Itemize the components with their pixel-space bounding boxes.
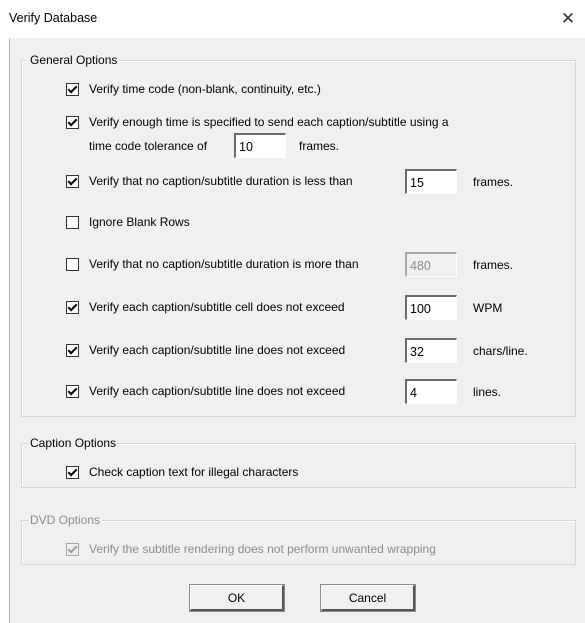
wrapping-label: Verify the subtitle rendering does not p… xyxy=(89,542,436,556)
time-code-label: Verify time code (non-blank, continuity,… xyxy=(89,82,321,96)
lines-unit: lines. xyxy=(473,385,502,399)
close-icon[interactable]: ✕ xyxy=(555,6,581,32)
wpm-checkbox[interactable] xyxy=(66,301,79,314)
dvd-options-legend: DVD Options xyxy=(28,513,103,527)
caption-options-group: Caption Options Check caption text for i… xyxy=(21,436,576,488)
min-duration-input[interactable]: 15 xyxy=(405,169,457,194)
tolerance-unit: frames. xyxy=(299,139,340,153)
min-duration-unit: frames. xyxy=(473,175,514,189)
min-duration-checkbox[interactable] xyxy=(66,175,79,188)
chars-line-input[interactable]: 32 xyxy=(405,338,457,363)
dialog-body: General Options Verify time code (non-bl… xyxy=(9,38,585,623)
lines-label: Verify each caption/subtitle line does n… xyxy=(89,384,346,398)
enough-time-checkbox[interactable] xyxy=(66,116,79,129)
chars-line-checkbox[interactable] xyxy=(66,344,79,357)
window-title: Verify Database xyxy=(9,11,98,25)
wrapping-checkbox[interactable] xyxy=(66,543,79,556)
wpm-label: Verify each caption/subtitle cell does n… xyxy=(89,300,345,314)
max-duration-checkbox[interactable] xyxy=(66,258,79,271)
chars-line-label: Verify each caption/subtitle line does n… xyxy=(89,343,346,357)
lines-checkbox[interactable] xyxy=(66,385,79,398)
ignore-blank-label: Ignore Blank Rows xyxy=(89,215,190,229)
general-options-legend: General Options xyxy=(28,53,120,67)
wpm-input[interactable]: 100 xyxy=(405,295,457,320)
ok-button[interactable]: OK xyxy=(189,584,285,612)
chars-line-unit: chars/line. xyxy=(473,344,528,358)
enough-time-label: Verify enough time is specified to send … xyxy=(89,115,449,129)
caption-options-legend: Caption Options xyxy=(28,436,119,450)
min-duration-label: Verify that no caption/subtitle duration… xyxy=(89,174,353,188)
cancel-button[interactable]: Cancel xyxy=(320,584,416,612)
max-duration-input[interactable]: 480 xyxy=(405,252,457,277)
title-bar: Verify Database ✕ xyxy=(0,0,585,38)
ignore-blank-checkbox[interactable] xyxy=(66,216,79,229)
general-options-group: General Options Verify time code (non-bl… xyxy=(21,53,576,417)
illegal-chars-checkbox[interactable] xyxy=(66,466,79,479)
wpm-unit: WPM xyxy=(473,301,503,315)
illegal-chars-label: Check caption text for illegal character… xyxy=(89,465,299,479)
max-duration-label: Verify that no caption/subtitle duration… xyxy=(89,257,359,271)
tolerance-input[interactable]: 10 xyxy=(234,133,286,158)
max-duration-unit: frames. xyxy=(473,258,514,272)
lines-input[interactable]: 4 xyxy=(405,379,457,404)
time-code-checkbox[interactable] xyxy=(66,83,79,96)
dvd-options-group: DVD Options Verify the subtitle renderin… xyxy=(21,513,576,565)
tolerance-label: time code tolerance of xyxy=(89,139,208,153)
